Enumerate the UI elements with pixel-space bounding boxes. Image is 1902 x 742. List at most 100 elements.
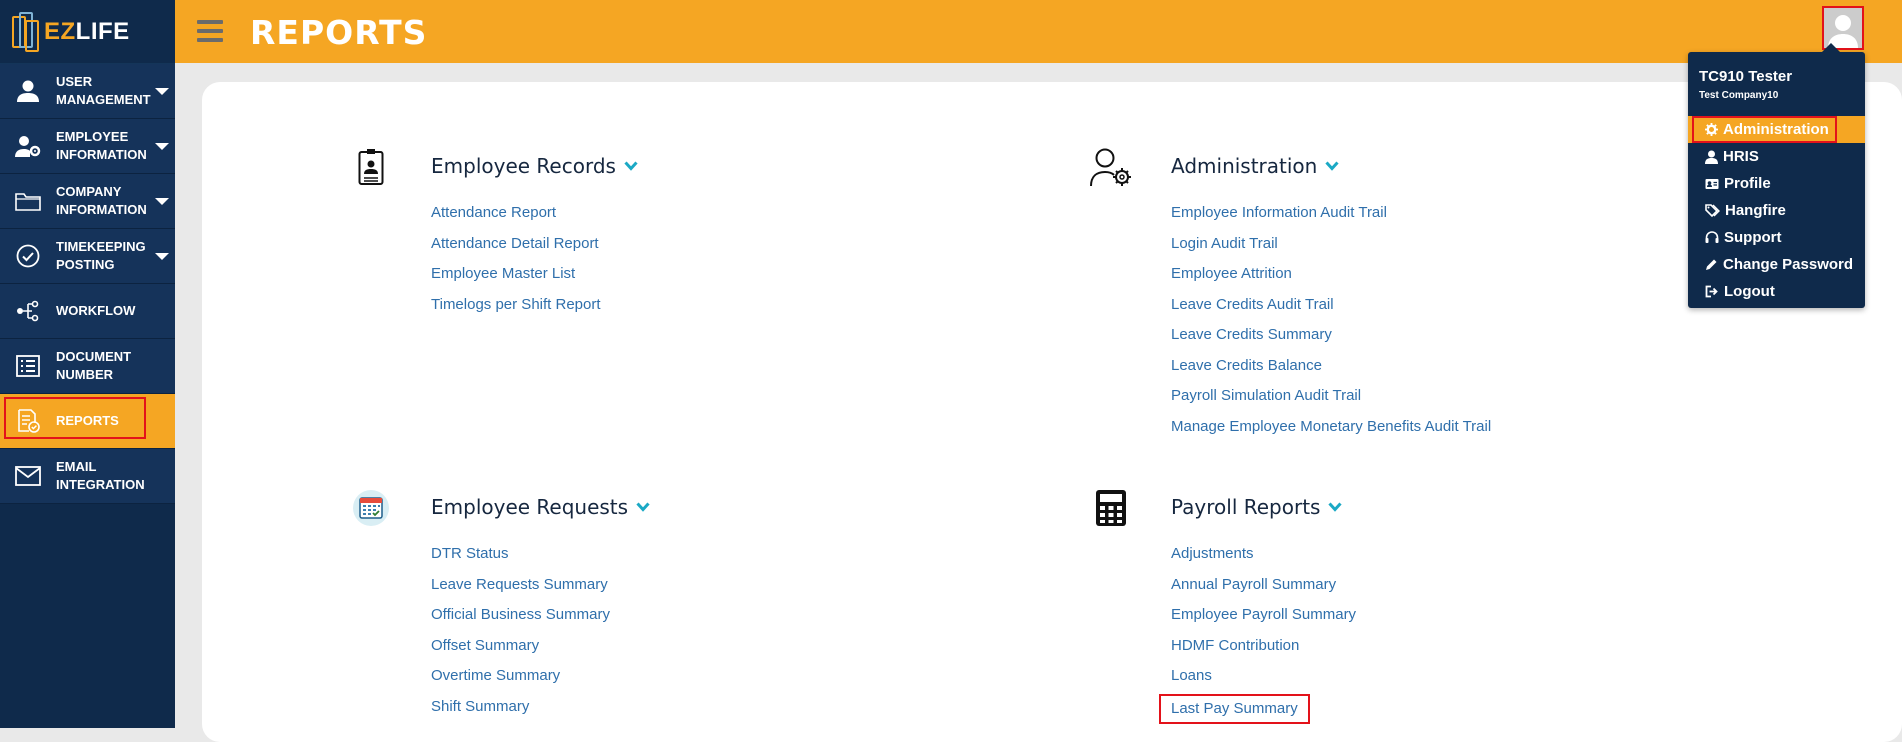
user-icon (0, 80, 56, 102)
list-icon (0, 355, 56, 377)
report-link-dtr-status[interactable]: DTR Status (431, 539, 610, 570)
workflow-icon (0, 300, 56, 322)
user-name: TC910 Tester (1699, 68, 1793, 85)
calculator-icon (1090, 487, 1132, 529)
sidebar-item-company-information[interactable]: Company Information (0, 174, 175, 229)
caret-down-icon (155, 198, 169, 205)
highlight-box (4, 397, 146, 439)
section-title-administration[interactable]: Administration (1171, 154, 1339, 178)
report-link-hdmf-contribution[interactable]: HDMF Contribution (1171, 631, 1356, 662)
report-link-adjustments[interactable]: Adjustments (1171, 539, 1356, 570)
report-link-login-audit-trail[interactable]: Login Audit Trail (1171, 229, 1491, 260)
sidebar-item-label: Workflow (56, 303, 136, 318)
menu-item-label: Change Password (1723, 256, 1854, 273)
menu-item-hangfire[interactable]: Hangfire (1688, 197, 1865, 224)
app-logo[interactable]: EZLIFE (0, 0, 175, 64)
menu-item-label: Logout (1724, 283, 1775, 300)
user-gear-icon (1090, 146, 1132, 188)
section-title-employee-records[interactable]: Employee Records (431, 154, 638, 178)
user-company: Test Company10 (1699, 90, 1779, 101)
report-link-payroll-simulation-audit-trail[interactable]: Payroll Simulation Audit Trail (1171, 381, 1491, 412)
menu-item-hris[interactable]: HRIS (1688, 143, 1865, 170)
sidebar-item-label: Document Number (56, 349, 132, 382)
payroll-reports-links: Adjustments Annual Payroll Summary Emplo… (1159, 539, 1356, 724)
menu-item-label: Support (1724, 229, 1782, 246)
page-title: REPORTS (250, 13, 428, 52)
caret-down-icon (155, 253, 169, 260)
chevron-down-icon (1328, 502, 1343, 512)
sidebar-item-timekeeping-posting[interactable]: Timekeeping Posting (0, 229, 175, 284)
id-card-icon (1705, 178, 1719, 189)
report-link-annual-payroll-summary[interactable]: Annual Payroll Summary (1171, 570, 1356, 601)
report-link-attendance-detail-report[interactable]: Attendance Detail Report (431, 229, 601, 260)
sidebar-item-label: Timekeeping Posting (56, 239, 146, 272)
report-link-leave-credits-audit-trail[interactable]: Leave Credits Audit Trail (1171, 290, 1491, 321)
report-link-employee-master-list[interactable]: Employee Master List (431, 259, 601, 290)
section-title-text: Administration (1171, 154, 1318, 178)
logo-text-ez: EZ (44, 17, 76, 45)
calendar-icon (350, 487, 392, 529)
check-circle-icon (0, 244, 56, 268)
report-link-shift-summary[interactable]: Shift Summary (431, 692, 610, 723)
menu-item-administration[interactable]: Administration (1688, 116, 1865, 143)
menu-toggle-icon[interactable] (197, 20, 223, 42)
user-cog-icon (0, 135, 56, 157)
reports-card: Employee Records Attendance Report Atten… (202, 82, 1902, 742)
report-link-manage-employee-monetary-benefits-audit-trail[interactable]: Manage Employee Monetary Benefits Audit … (1171, 412, 1491, 443)
section-title-text: Payroll Reports (1171, 495, 1321, 519)
sidebar-item-user-management[interactable]: User Management (0, 64, 175, 119)
caret-down-icon (155, 88, 169, 95)
sidebar-item-email-integration[interactable]: Email Integration (0, 449, 175, 504)
menu-item-change-password[interactable]: Change Password (1688, 251, 1865, 278)
sidebar-item-label: Employee Information (56, 129, 147, 162)
sidebar-item-document-number[interactable]: Document Number (0, 339, 175, 394)
mail-icon (0, 466, 56, 486)
report-link-leave-credits-balance[interactable]: Leave Credits Balance (1171, 351, 1491, 382)
report-link-employee-payroll-summary[interactable]: Employee Payroll Summary (1171, 600, 1356, 631)
chevron-down-icon (1325, 161, 1339, 171)
logo-mark-icon (12, 11, 39, 52)
report-link-leave-requests-summary[interactable]: Leave Requests Summary (431, 570, 610, 601)
report-link-employee-attrition[interactable]: Employee Attrition (1171, 259, 1491, 290)
menu-item-profile[interactable]: Profile (1688, 170, 1865, 197)
report-link-leave-credits-summary[interactable]: Leave Credits Summary (1171, 320, 1491, 351)
logo-text-life: LIFE (75, 17, 130, 45)
report-link-last-pay-summary[interactable]: Last Pay Summary (1159, 693, 1310, 724)
section-title-text: Employee Requests (431, 495, 629, 519)
user-icon (1705, 150, 1718, 164)
sidebar: EZLIFE User Management Employee Informat… (0, 0, 175, 728)
caret-down-icon (155, 143, 169, 150)
top-header: REPORTS (175, 0, 1902, 63)
pencil-icon (1706, 259, 1717, 270)
folder-icon (0, 191, 56, 211)
report-link-timelogs-per-shift-report[interactable]: Timelogs per Shift Report (431, 290, 601, 321)
report-link-overtime-summary[interactable]: Overtime Summary (431, 661, 610, 692)
menu-item-logout[interactable]: Logout (1688, 278, 1865, 305)
sidebar-item-reports[interactable]: Reports (0, 394, 175, 449)
id-badge-icon (350, 146, 392, 188)
report-link-attendance-report[interactable]: Attendance Report (431, 198, 601, 229)
logo-text: EZLIFE (44, 18, 130, 46)
user-dropdown-menu: TC910 Tester Test Company10 Administrati… (1688, 43, 1865, 308)
sidebar-item-label: User Management (56, 74, 151, 107)
section-title-employee-requests[interactable]: Employee Requests (431, 495, 650, 519)
chevron-down-icon (636, 502, 650, 512)
report-link-official-business-summary[interactable]: Official Business Summary (431, 600, 610, 631)
menu-item-label: HRIS (1723, 148, 1759, 165)
sidebar-item-workflow[interactable]: Workflow (0, 284, 175, 339)
employee-requests-links: DTR Status Leave Requests Summary Offici… (431, 539, 610, 722)
report-link-employee-information-audit-trail[interactable]: Employee Information Audit Trail (1171, 198, 1491, 229)
menu-item-support[interactable]: Support (1688, 224, 1865, 251)
section-title-payroll-reports[interactable]: Payroll Reports (1171, 495, 1343, 519)
sign-out-icon (1705, 285, 1718, 298)
sidebar-item-employee-information[interactable]: Employee Information (0, 119, 175, 174)
sidebar-item-label: Email Integration (56, 459, 145, 492)
chevron-down-icon (624, 161, 638, 171)
highlight-box (1692, 116, 1837, 143)
section-title-text: Employee Records (431, 154, 616, 178)
employee-records-links: Attendance Report Attendance Detail Repo… (431, 198, 601, 320)
sidebar-item-label: Company Information (56, 184, 147, 217)
report-link-offset-summary[interactable]: Offset Summary (431, 631, 610, 662)
report-link-loans[interactable]: Loans (1171, 661, 1356, 692)
headset-icon (1705, 231, 1719, 243)
